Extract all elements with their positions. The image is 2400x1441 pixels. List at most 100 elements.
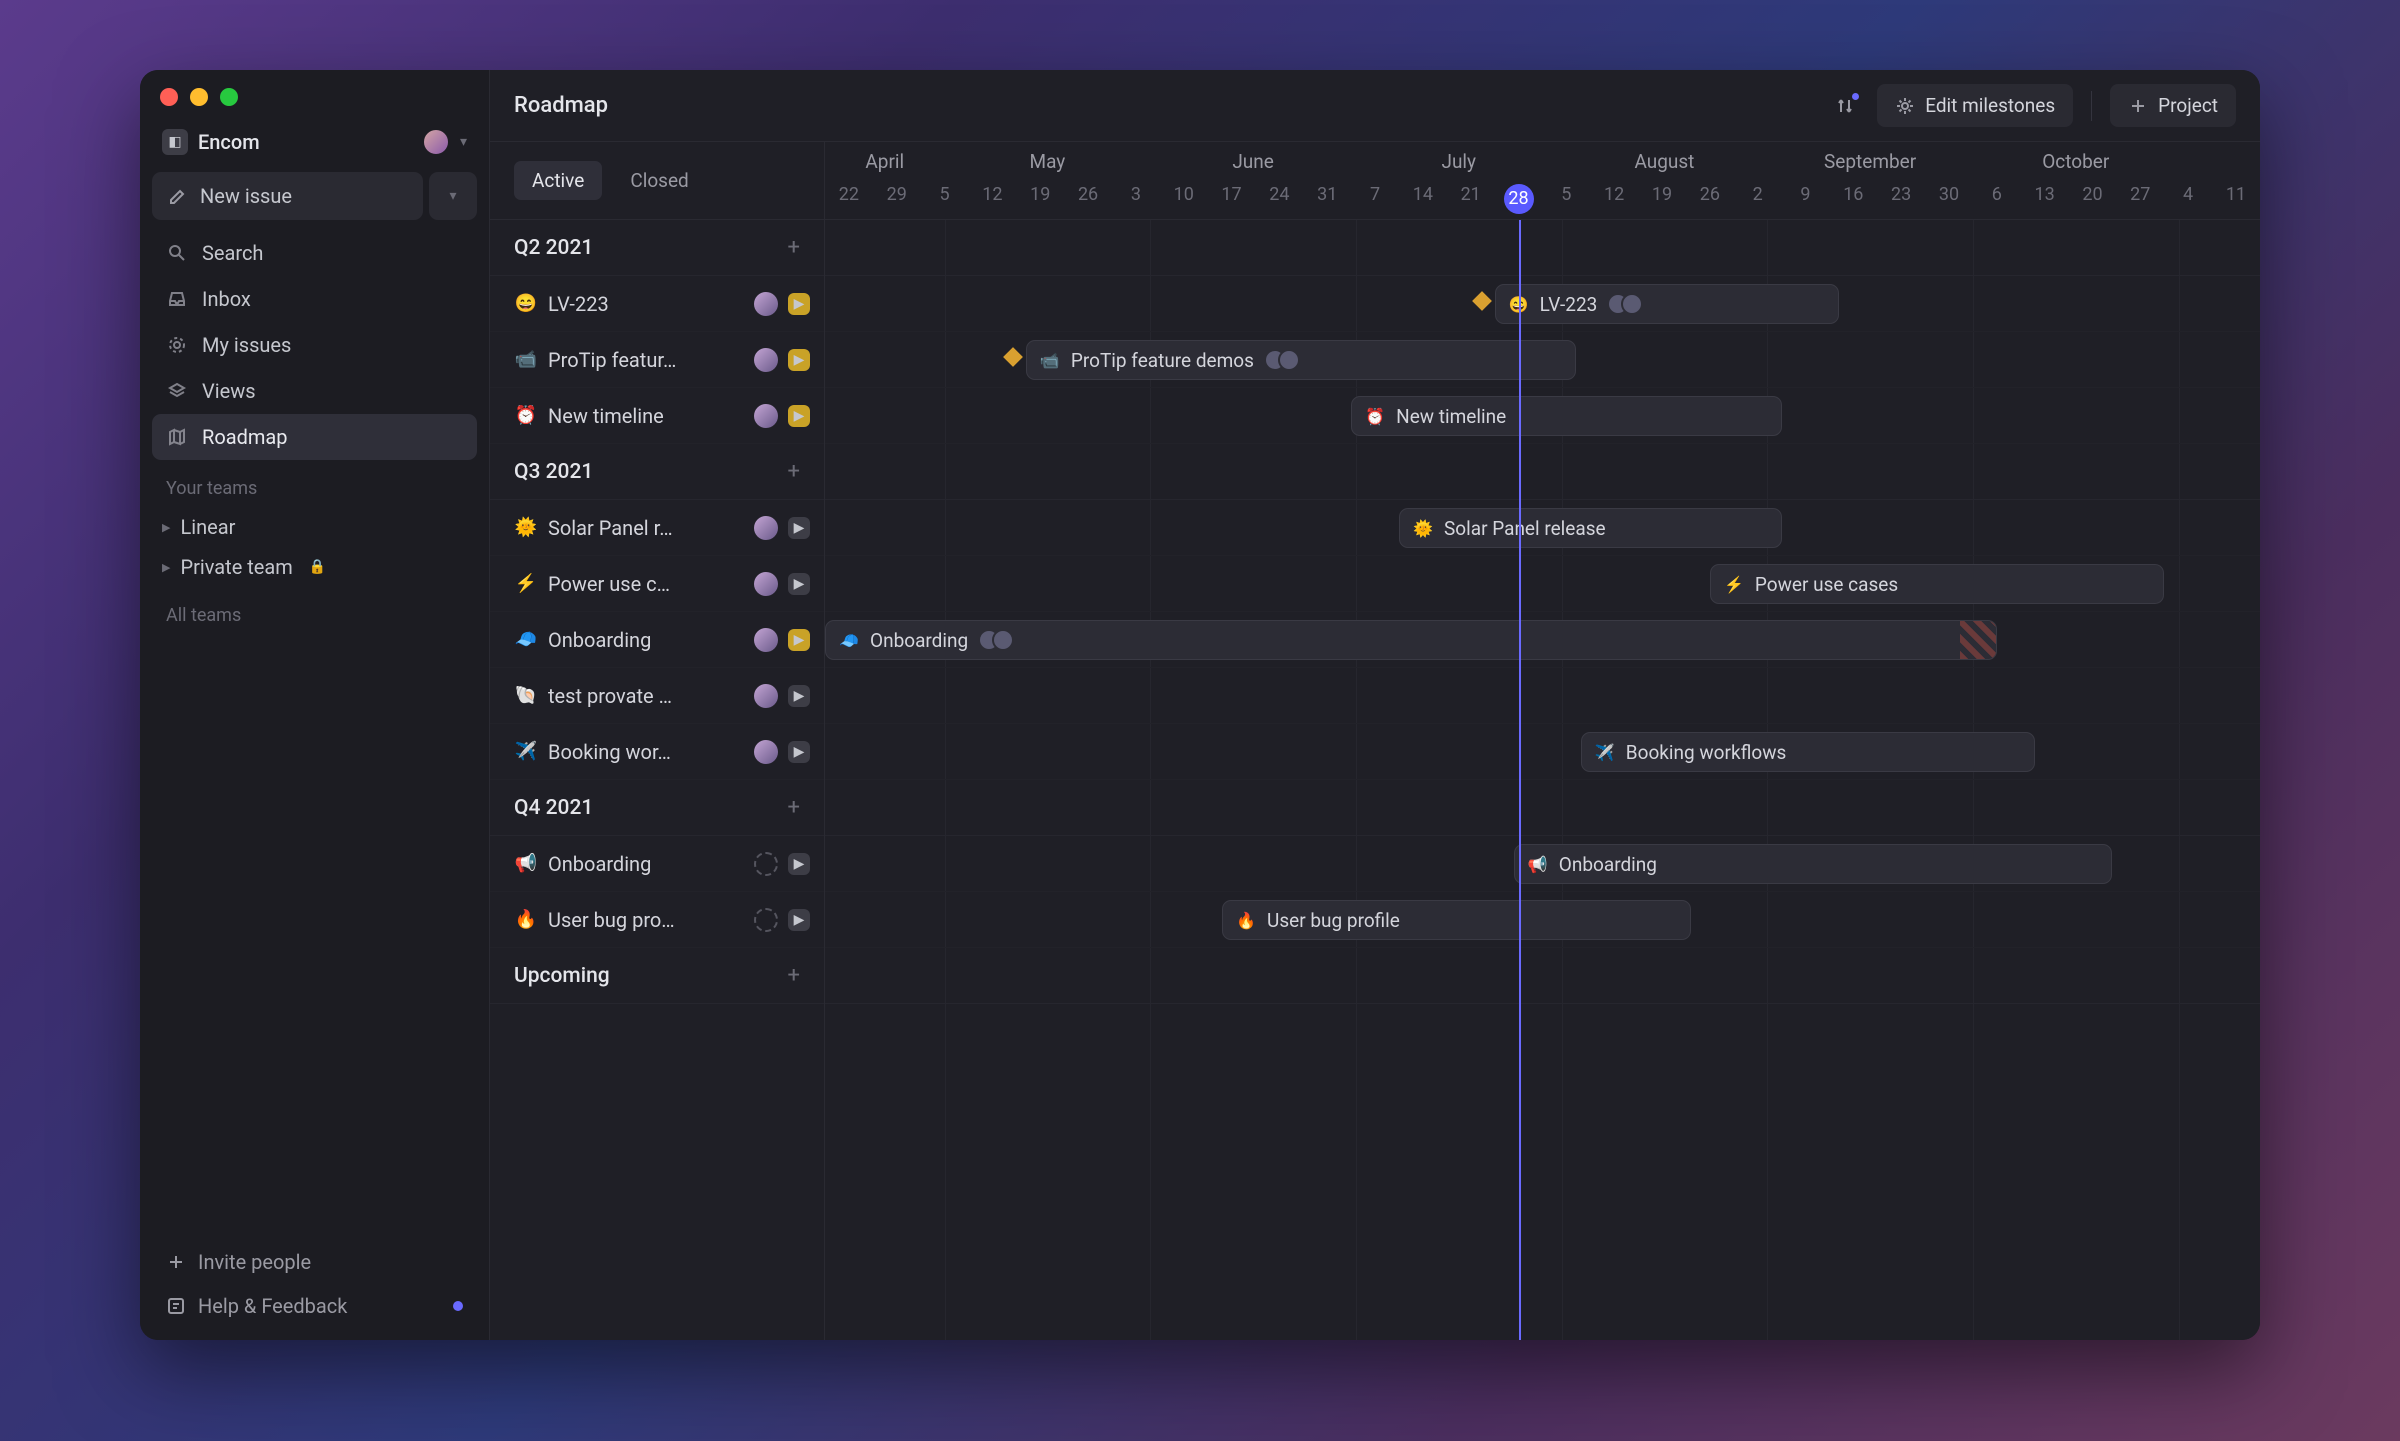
search-icon <box>166 242 188 264</box>
assignee-avatar[interactable] <box>754 908 778 932</box>
assignee-avatar[interactable] <box>754 628 778 652</box>
project-row[interactable]: ✈️Booking wor…▶ <box>490 724 824 780</box>
timeline-bar[interactable]: ⏰New timeline <box>1351 396 1782 436</box>
new-issue-button[interactable]: New issue <box>152 172 423 220</box>
day-label: 26 <box>1064 184 1112 214</box>
add-project-button[interactable]: + <box>788 963 800 988</box>
assignee-avatar[interactable] <box>754 348 778 372</box>
group-name: Q4 2021 <box>514 796 788 820</box>
triangle-right-icon: ▶ <box>162 521 170 534</box>
timeline-bar[interactable]: ⚡Power use cases <box>1710 564 2164 604</box>
edit-milestones-label: Edit milestones <box>1925 94 2055 117</box>
timeline-bar[interactable]: 📹ProTip feature demos <box>1026 340 1576 380</box>
new-issue-dropdown[interactable]: ▾ <box>429 172 477 220</box>
team-badge: ▶ <box>788 853 810 875</box>
day-label: 6 <box>1973 184 2021 214</box>
team-label: Private team <box>180 555 292 579</box>
nav-my-issues[interactable]: My issues <box>152 322 477 368</box>
invite-label: Invite people <box>198 1250 311 1274</box>
maximize-window-icon[interactable] <box>220 88 238 106</box>
day-label: 28 <box>1495 184 1543 214</box>
timeline-bar[interactable]: 😄LV-223 <box>1495 284 1839 324</box>
layers-icon <box>166 380 188 402</box>
close-window-icon[interactable] <box>160 88 178 106</box>
project-row[interactable]: 📢Onboarding▶ <box>490 836 824 892</box>
assignee-avatar[interactable] <box>754 684 778 708</box>
bar-label: LV-223 <box>1540 293 1598 316</box>
workspace-switcher[interactable]: ◧ Encom ▾ <box>152 122 477 162</box>
project-row[interactable]: 😄LV-223▶ <box>490 276 824 332</box>
project-row[interactable]: ⏰New timeline▶ <box>490 388 824 444</box>
team-badge: ▶ <box>788 573 810 595</box>
bar-avatars <box>1264 349 1300 371</box>
day-label: 19 <box>1638 184 1686 214</box>
add-project-button[interactable]: + <box>788 459 800 484</box>
timeline-bar[interactable]: 🧢Onboarding <box>825 620 1997 660</box>
invite-people-button[interactable]: Invite people <box>152 1240 477 1284</box>
team-linear[interactable]: ▶Linear <box>152 507 477 547</box>
nav-roadmap[interactable]: Roadmap <box>152 414 477 460</box>
user-avatar[interactable] <box>422 128 450 156</box>
edit-milestones-button[interactable]: Edit milestones <box>1877 84 2073 127</box>
timeline-bar[interactable]: 🌞Solar Panel release <box>1399 508 1782 548</box>
nav-inbox[interactable]: Inbox <box>152 276 477 322</box>
nav-search[interactable]: Search <box>152 230 477 276</box>
project-row[interactable]: 📹ProTip featur…▶ <box>490 332 824 388</box>
assignee-avatar[interactable] <box>754 572 778 596</box>
assignee-avatar[interactable] <box>754 516 778 540</box>
timeline-bar[interactable]: ✈️Booking workflows <box>1581 732 2035 772</box>
plus-icon <box>166 1252 186 1272</box>
day-label: 20 <box>2069 184 2117 214</box>
day-label: 11 <box>2212 184 2260 214</box>
day-label: 17 <box>1208 184 1256 214</box>
assignee-avatar[interactable] <box>754 292 778 316</box>
chevron-down-icon: ▾ <box>460 134 467 150</box>
assignee-avatar[interactable] <box>754 404 778 428</box>
project-name: test provate … <box>548 684 744 708</box>
bar-avatars <box>978 629 1014 651</box>
target-icon <box>166 334 188 356</box>
timeline-row: ⚡Power use cases <box>825 556 2260 612</box>
project-row[interactable]: 🐚test provate …▶ <box>490 668 824 724</box>
day-label: 13 <box>2021 184 2069 214</box>
project-name: ProTip featur… <box>548 348 744 372</box>
day-label: 29 <box>873 184 921 214</box>
team-private[interactable]: ▶Private team🔒 <box>152 547 477 587</box>
nav-label: Inbox <box>202 287 251 311</box>
new-project-button[interactable]: Project <box>2110 84 2236 127</box>
team-badge: ▶ <box>788 293 810 315</box>
month-label: August <box>1562 150 1768 173</box>
timeline-bar[interactable]: 🔥User bug profile <box>1222 900 1691 940</box>
nav-label: Roadmap <box>202 425 288 449</box>
project-row[interactable]: 🌞Solar Panel r…▶ <box>490 500 824 556</box>
minimize-window-icon[interactable] <box>190 88 208 106</box>
page-title: Roadmap <box>514 93 608 118</box>
team-badge: ▶ <box>788 349 810 371</box>
milestone-icon <box>1472 291 1492 311</box>
tab-closed[interactable]: Closed <box>612 161 706 200</box>
project-icon: ✈️ <box>514 740 538 764</box>
nav-views[interactable]: Views <box>152 368 477 414</box>
edit-icon <box>168 186 188 206</box>
project-row[interactable]: 🔥User bug pro…▶ <box>490 892 824 948</box>
project-row[interactable]: ⚡Power use c…▶ <box>490 556 824 612</box>
project-name: User bug pro… <box>548 908 744 932</box>
add-project-button[interactable]: + <box>788 235 800 260</box>
day-label: 21 <box>1447 184 1495 214</box>
timeline-row: 🌞Solar Panel release <box>825 500 2260 556</box>
add-project-button[interactable]: + <box>788 795 800 820</box>
assignee-avatar[interactable] <box>754 740 778 764</box>
project-row[interactable]: 🧢Onboarding▶ <box>490 612 824 668</box>
team-badge: ▶ <box>788 517 810 539</box>
timeline-bar[interactable]: 📢Onboarding <box>1514 844 2112 884</box>
bar-icon: ⚡ <box>1723 573 1745 595</box>
chevron-down-icon: ▾ <box>449 188 456 204</box>
window-controls <box>152 82 477 122</box>
sort-button[interactable] <box>1829 89 1863 123</box>
team-badge: ▶ <box>788 685 810 707</box>
assignee-avatar[interactable] <box>754 852 778 876</box>
help-feedback-button[interactable]: Help & Feedback <box>152 1284 477 1328</box>
tab-active[interactable]: Active <box>514 161 602 200</box>
sidebar: ◧ Encom ▾ New issue ▾ Search Inbox My issu… <box>140 70 490 1340</box>
timeline-header: AprilMayJuneJulyAugustSeptemberOctober 2… <box>825 142 2260 219</box>
